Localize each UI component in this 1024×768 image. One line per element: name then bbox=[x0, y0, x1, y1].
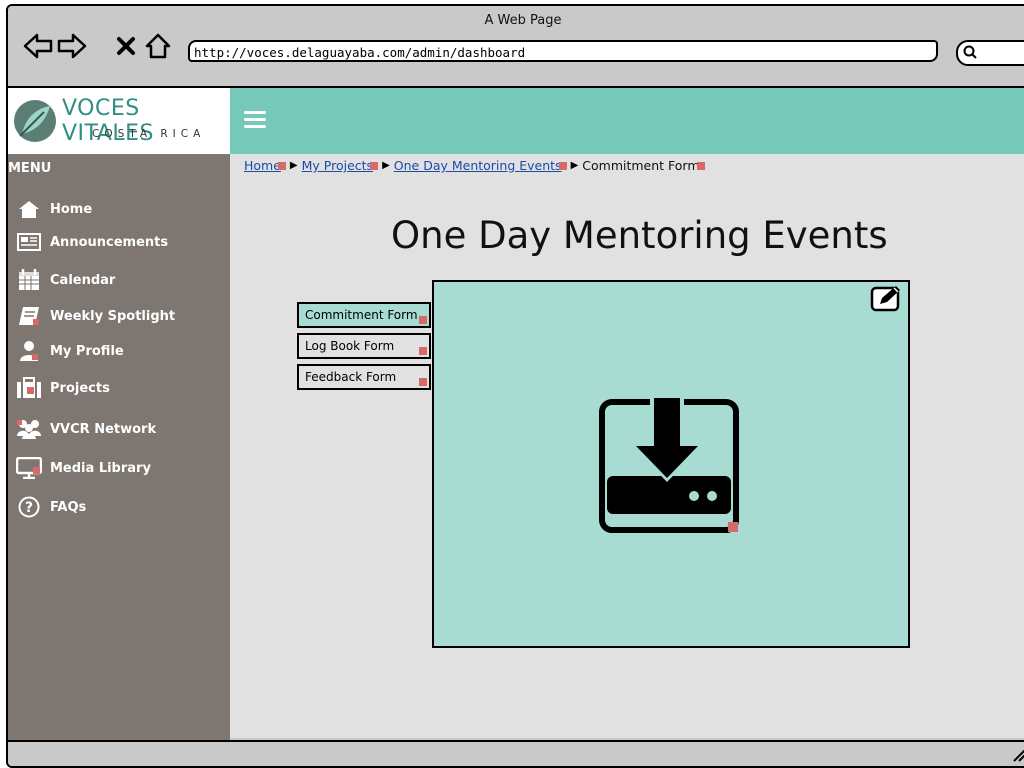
close-icon bbox=[117, 37, 135, 55]
form-tabs: Commitment Form Log Book Form Feedback F… bbox=[297, 302, 431, 395]
hamburger-menu-button[interactable] bbox=[244, 108, 266, 130]
stop-button[interactable] bbox=[110, 28, 142, 64]
browser-window: A Web Page http://voces.delaguayaba.com/… bbox=[6, 4, 1024, 768]
download-icon[interactable] bbox=[598, 398, 744, 538]
svg-text:?: ? bbox=[25, 500, 33, 516]
menu-heading: MENU bbox=[8, 161, 52, 176]
address-bar[interactable]: http://voces.delaguayaba.com/admin/dashb… bbox=[188, 40, 938, 62]
profile-icon bbox=[16, 340, 42, 362]
sidebar-item-my-profile[interactable]: My Profile bbox=[16, 339, 124, 363]
sidebar-item-weekly-spotlight[interactable]: Weekly Spotlight bbox=[16, 304, 175, 328]
sidebar-item-label: Announcements bbox=[50, 234, 169, 250]
sidebar-item-label: My Profile bbox=[50, 343, 124, 359]
edit-icon bbox=[870, 286, 900, 312]
sidebar-item-calendar[interactable]: Calendar bbox=[16, 268, 115, 292]
tab-commitment-form[interactable]: Commitment Form bbox=[297, 302, 431, 328]
sidebar-item-label: Projects bbox=[50, 380, 110, 396]
sidebar: MENU Home Announcements Calendar Weekly … bbox=[8, 154, 230, 740]
calendar-icon bbox=[16, 269, 42, 291]
sidebar-item-label: VVCR Network bbox=[50, 421, 157, 437]
search-icon bbox=[963, 45, 977, 59]
back-button[interactable] bbox=[22, 28, 54, 64]
breadcrumb: Home ▶ My Projects ▶ One Day Mentoring E… bbox=[244, 158, 705, 173]
chevron-right-icon: ▶ bbox=[382, 160, 390, 171]
sidebar-item-projects[interactable]: Projects bbox=[16, 376, 110, 400]
monitor-icon bbox=[16, 457, 42, 479]
tab-label: Feedback Form bbox=[305, 370, 397, 384]
arrow-left-icon bbox=[23, 33, 53, 59]
form-panel bbox=[432, 280, 910, 648]
sidebar-item-faqs[interactable]: ? FAQs bbox=[16, 495, 86, 519]
sidebar-item-label: Weekly Spotlight bbox=[50, 308, 176, 324]
browser-search-field[interactable] bbox=[956, 40, 1024, 66]
home-outline-icon bbox=[145, 33, 171, 59]
breadcrumb-my-projects[interactable]: My Projects bbox=[302, 158, 373, 173]
sidebar-item-media-library[interactable]: Media Library bbox=[16, 456, 151, 480]
tab-label: Log Book Form bbox=[305, 339, 395, 353]
sidebar-item-label: FAQs bbox=[50, 499, 87, 515]
status-bar bbox=[8, 740, 1024, 766]
home-browser-button[interactable] bbox=[142, 28, 174, 64]
spotlight-icon bbox=[16, 305, 42, 327]
resize-grip-icon[interactable] bbox=[1012, 748, 1024, 762]
tab-label: Commitment Form bbox=[305, 308, 418, 322]
sidebar-item-label: Home bbox=[50, 201, 93, 217]
chevron-right-icon: ▶ bbox=[570, 160, 579, 171]
tab-log-book-form[interactable]: Log Book Form bbox=[297, 333, 431, 359]
brand-subtitle: COSTA RICA bbox=[92, 128, 206, 140]
chevron-right-icon: ▶ bbox=[289, 160, 298, 171]
sidebar-item-label: Calendar bbox=[50, 272, 116, 288]
network-icon bbox=[16, 418, 42, 440]
sidebar-item-home[interactable]: Home bbox=[16, 197, 92, 221]
sidebar-item-vvcr-network[interactable]: VVCR Network bbox=[16, 417, 156, 441]
title-bar: A Web Page http://voces.delaguayaba.com/… bbox=[8, 6, 1024, 88]
page-viewport: VOCES VITALES COSTA RICA MENU Home Annou… bbox=[8, 88, 1024, 740]
logo-leaf-icon bbox=[14, 100, 56, 142]
sidebar-item-announcements[interactable]: Announcements bbox=[16, 230, 168, 254]
breadcrumb-one-day-mentoring[interactable]: One Day Mentoring Events bbox=[394, 158, 562, 173]
sidebar-item-label: Media Library bbox=[50, 460, 151, 476]
breadcrumb-current: Commitment Form bbox=[582, 158, 700, 173]
question-icon: ? bbox=[16, 496, 42, 518]
home-icon bbox=[16, 198, 42, 220]
projects-icon bbox=[16, 377, 42, 399]
breadcrumb-home[interactable]: Home bbox=[244, 158, 281, 173]
window-title: A Web Page bbox=[484, 13, 562, 28]
edit-button[interactable] bbox=[870, 284, 908, 314]
logo[interactable]: VOCES VITALES COSTA RICA bbox=[8, 88, 230, 154]
forward-button[interactable] bbox=[56, 28, 88, 64]
page-title: One Day Mentoring Events bbox=[391, 214, 888, 257]
arrow-right-icon bbox=[57, 33, 87, 59]
tab-feedback-form[interactable]: Feedback Form bbox=[297, 364, 431, 390]
top-nav-bar bbox=[230, 88, 1024, 154]
announcements-icon bbox=[16, 231, 42, 253]
